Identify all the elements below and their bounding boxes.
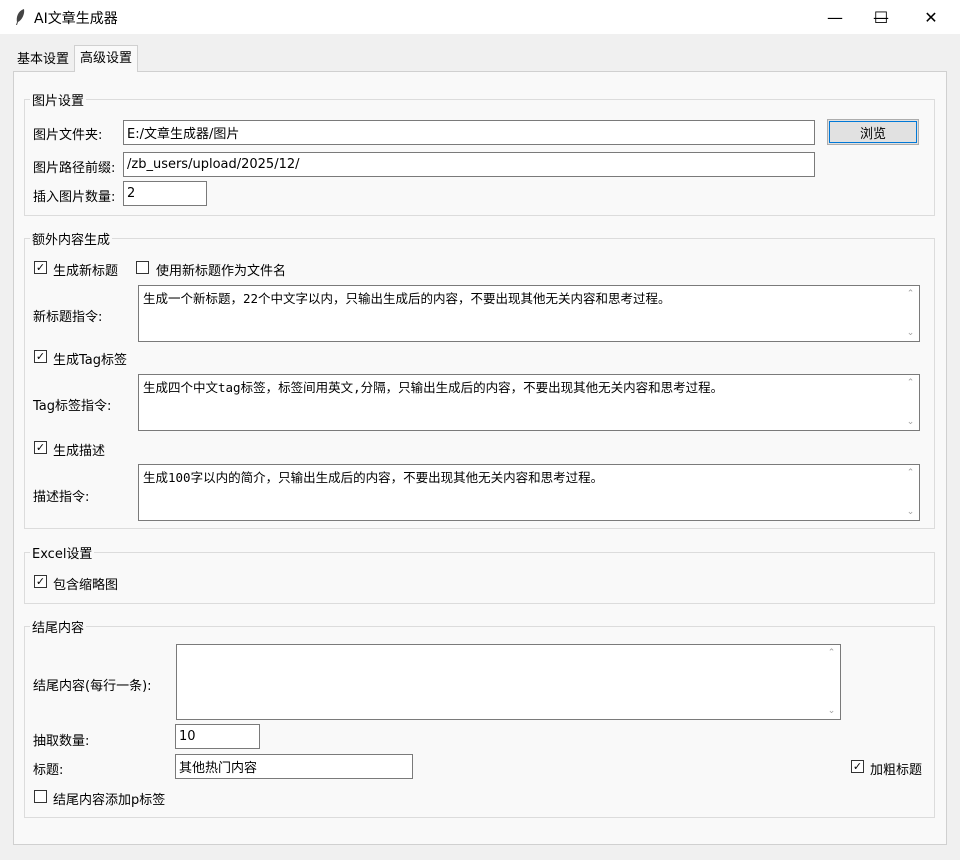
pick-count-label: 抽取数量: xyxy=(33,734,90,749)
thumbnail-label: 包含缩略图 xyxy=(53,578,119,593)
checkmark-icon: ✓ xyxy=(35,261,46,274)
p-tag-label: 结尾内容添加p标签 xyxy=(53,793,166,808)
title-prompt-label: 新标题指令: xyxy=(33,310,103,325)
gen-desc-label: 生成描述 xyxy=(53,444,106,459)
extra-content-title: 额外内容生成 xyxy=(30,229,113,248)
scroll-up-icon[interactable]: ⌃ xyxy=(902,375,919,391)
maximize-button[interactable]: ☐ xyxy=(858,0,904,34)
image-count-label: 插入图片数量: xyxy=(33,190,116,205)
scrollbar[interactable]: ⌃ ⌄ xyxy=(902,375,919,430)
image-prefix-label: 图片路径前缀: xyxy=(33,161,116,176)
image-folder-label: 图片文件夹: xyxy=(33,128,103,143)
scroll-up-icon[interactable]: ⌃ xyxy=(902,465,919,481)
minimize-icon: — xyxy=(827,7,843,27)
maximize-icon: ☐ xyxy=(873,7,889,27)
tag-prompt-text: 生成四个中文tag标签，标签间用英文,分隔，只输出生成后的内容，不要出现其他无关… xyxy=(143,380,724,395)
image-prefix-input[interactable]: /zb_users/upload/2025/12/ xyxy=(123,152,815,177)
close-icon: ✕ xyxy=(924,7,938,27)
desc-prompt-textarea[interactable]: 生成100字以内的简介，只输出生成后的内容，不要出现其他无关内容和思考过程。 ⌃… xyxy=(138,464,920,521)
title-prompt-text: 生成一个新标题，22个中文字以内，只输出生成后的内容，不要出现其他无关内容和思考… xyxy=(143,291,671,306)
use-title-filename-label: 使用新标题作为文件名 xyxy=(156,264,287,279)
scroll-up-icon[interactable]: ⌃ xyxy=(823,645,840,661)
tag-prompt-textarea[interactable]: 生成四个中文tag标签，标签间用英文,分隔，只输出生成后的内容，不要出现其他无关… xyxy=(138,374,920,431)
gen-tag-checkbox[interactable]: ✓ xyxy=(34,350,47,363)
excel-settings-title: Excel设置 xyxy=(30,543,95,562)
checkmark-icon: ✓ xyxy=(852,760,863,773)
title-prompt-textarea[interactable]: 生成一个新标题，22个中文字以内，只输出生成后的内容，不要出现其他无关内容和思考… xyxy=(138,285,920,342)
browse-button[interactable]: 浏览 xyxy=(827,119,919,145)
thumbnail-checkbox[interactable]: ✓ xyxy=(34,575,47,588)
image-folder-input[interactable]: E:/文章生成器/图片 xyxy=(123,120,815,145)
bold-heading-label: 加粗标题 xyxy=(870,763,923,778)
image-count-input[interactable]: 2 xyxy=(123,181,207,206)
tab-advanced-settings[interactable]: 高级设置 xyxy=(74,45,138,72)
gen-title-label: 生成新标题 xyxy=(53,264,119,279)
excel-settings-group xyxy=(24,552,935,604)
gen-title-checkbox[interactable]: ✓ xyxy=(34,261,47,274)
image-settings-title: 图片设置 xyxy=(30,90,87,109)
pick-count-input[interactable]: 10 xyxy=(175,724,260,749)
checkmark-icon: ✓ xyxy=(35,350,46,363)
heading-input[interactable]: 其他热门内容 xyxy=(175,754,413,779)
heading-label: 标题: xyxy=(33,763,64,778)
scrollbar[interactable]: ⌃ ⌄ xyxy=(902,465,919,520)
bold-heading-checkbox[interactable]: ✓ xyxy=(851,760,864,773)
scrollbar[interactable]: ⌃ ⌄ xyxy=(902,286,919,341)
use-title-filename-checkbox[interactable] xyxy=(136,261,149,274)
ending-content-textarea[interactable]: ⌃ ⌄ xyxy=(176,644,841,720)
scroll-up-icon[interactable]: ⌃ xyxy=(902,286,919,302)
minimize-button-main[interactable]: — xyxy=(812,0,858,34)
p-tag-checkbox[interactable] xyxy=(34,790,47,803)
feather-icon xyxy=(16,9,25,25)
desc-prompt-label: 描述指令: xyxy=(33,490,90,505)
tag-prompt-label: Tag标签指令: xyxy=(33,399,112,414)
scroll-down-icon[interactable]: ⌄ xyxy=(902,504,919,520)
checkmark-icon: ✓ xyxy=(35,575,46,588)
checkmark-icon: ✓ xyxy=(35,441,46,454)
gen-desc-checkbox[interactable]: ✓ xyxy=(34,441,47,454)
ending-title: 结尾内容 xyxy=(30,617,87,636)
gen-tag-label: 生成Tag标签 xyxy=(53,353,128,368)
scroll-down-icon[interactable]: ⌄ xyxy=(823,703,840,719)
ending-content-label: 结尾内容(每行一条): xyxy=(33,679,152,694)
scrollbar[interactable]: ⌃ ⌄ xyxy=(823,645,840,719)
window-title: AI文章生成器 xyxy=(34,11,118,27)
tab-basic-settings[interactable]: 基本设置 xyxy=(14,49,72,71)
desc-prompt-text: 生成100字以内的简介，只输出生成后的内容，不要出现其他无关内容和思考过程。 xyxy=(143,470,604,485)
scroll-down-icon[interactable]: ⌄ xyxy=(902,414,919,430)
close-button[interactable]: ✕ xyxy=(908,0,954,34)
scroll-down-icon[interactable]: ⌄ xyxy=(902,325,919,341)
